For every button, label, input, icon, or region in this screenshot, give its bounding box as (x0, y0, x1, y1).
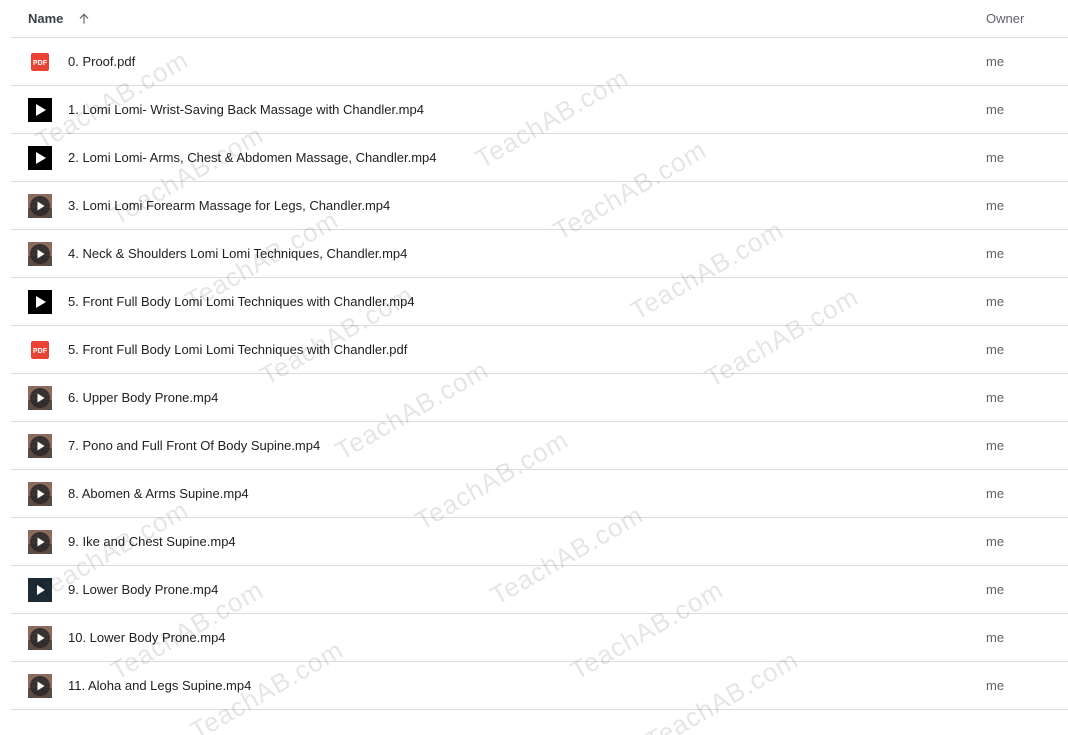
video-thumbnail-icon (28, 626, 52, 650)
video-thumbnail-icon (28, 242, 52, 266)
file-name[interactable]: 10. Lower Body Prone.mp4 (68, 630, 226, 645)
table-row[interactable]: 3. Lomi Lomi Forearm Massage for Legs, C… (11, 182, 1068, 230)
video-icon (28, 290, 52, 314)
file-owner: me (986, 582, 1005, 597)
video-thumbnail-icon (28, 386, 52, 410)
file-rows: PDF 0. Proof.pdf me 1. Lomi Lomi- Wrist-Sav… (11, 38, 1068, 710)
pdf-icon: PDF (28, 50, 52, 74)
video-icon (28, 146, 52, 170)
svg-text:PDF: PDF (33, 60, 48, 67)
file-name[interactable]: 5. Front Full Body Lomi Lomi Techniques … (68, 294, 415, 309)
svg-text:PDF: PDF (33, 348, 48, 355)
file-name[interactable]: 7. Pono and Full Front Of Body Supine.mp… (68, 438, 320, 453)
video-thumbnail-icon (28, 674, 52, 698)
video-thumbnail-icon (28, 530, 52, 554)
table-row[interactable]: 7. Pono and Full Front Of Body Supine.mp… (11, 422, 1068, 470)
name-column-header[interactable]: Name (28, 11, 91, 26)
name-header-label: Name (28, 11, 64, 26)
table-row[interactable]: 6. Upper Body Prone.mp4 me (11, 374, 1068, 422)
video-dark-icon (28, 578, 52, 602)
table-row[interactable]: 4. Neck & Shoulders Lomi Lomi Techniques… (11, 230, 1068, 278)
table-row[interactable]: PDF 0. Proof.pdf me (11, 38, 1068, 86)
file-owner: me (986, 150, 1005, 165)
file-name[interactable]: 9. Ike and Chest Supine.mp4 (68, 534, 236, 549)
arrow-up-icon[interactable] (77, 12, 91, 26)
file-name[interactable]: 11. Aloha and Legs Supine.mp4 (68, 678, 251, 693)
video-icon (28, 98, 52, 122)
file-owner: me (986, 342, 1005, 357)
file-owner: me (986, 246, 1005, 261)
file-name[interactable]: 3. Lomi Lomi Forearm Massage for Legs, C… (68, 198, 390, 213)
file-list: Name Owner PDF 0. Proof.pdf me 1. Lomi Lomi… (11, 0, 1068, 710)
file-owner: me (986, 198, 1005, 213)
file-name[interactable]: 2. Lomi Lomi- Arms, Chest & Abdomen Mass… (68, 150, 437, 165)
video-thumbnail-icon (28, 194, 52, 218)
table-row[interactable]: 5. Front Full Body Lomi Lomi Techniques … (11, 278, 1068, 326)
owner-column-header[interactable]: Owner (986, 11, 1024, 26)
file-name[interactable]: 4. Neck & Shoulders Lomi Lomi Techniques… (68, 246, 407, 261)
file-owner: me (986, 390, 1005, 405)
table-row[interactable]: 10. Lower Body Prone.mp4 me (11, 614, 1068, 662)
file-owner: me (986, 486, 1005, 501)
file-name[interactable]: 1. Lomi Lomi- Wrist-Saving Back Massage … (68, 102, 424, 117)
list-header: Name Owner (11, 0, 1068, 38)
file-name[interactable]: 9. Lower Body Prone.mp4 (68, 582, 218, 597)
file-owner: me (986, 102, 1005, 117)
file-name[interactable]: 8. Abomen & Arms Supine.mp4 (68, 486, 249, 501)
table-row[interactable]: 1. Lomi Lomi- Wrist-Saving Back Massage … (11, 86, 1068, 134)
file-name[interactable]: 0. Proof.pdf (68, 54, 135, 69)
video-thumbnail-icon (28, 482, 52, 506)
file-name[interactable]: 5. Front Full Body Lomi Lomi Techniques … (68, 342, 407, 357)
file-name[interactable]: 6. Upper Body Prone.mp4 (68, 390, 218, 405)
file-owner: me (986, 54, 1005, 69)
pdf-icon: PDF (28, 338, 52, 362)
table-row[interactable]: 11. Aloha and Legs Supine.mp4 me (11, 662, 1068, 710)
file-owner: me (986, 534, 1005, 549)
table-row[interactable]: 2. Lomi Lomi- Arms, Chest & Abdomen Mass… (11, 134, 1068, 182)
table-row[interactable]: 9. Ike and Chest Supine.mp4 me (11, 518, 1068, 566)
file-owner: me (986, 630, 1005, 645)
table-row[interactable]: 9. Lower Body Prone.mp4 me (11, 566, 1068, 614)
file-owner: me (986, 678, 1005, 693)
file-owner: me (986, 438, 1005, 453)
file-owner: me (986, 294, 1005, 309)
table-row[interactable]: PDF 5. Front Full Body Lomi Lomi Techniqu… (11, 326, 1068, 374)
video-thumbnail-icon (28, 434, 52, 458)
table-row[interactable]: 8. Abomen & Arms Supine.mp4 me (11, 470, 1068, 518)
